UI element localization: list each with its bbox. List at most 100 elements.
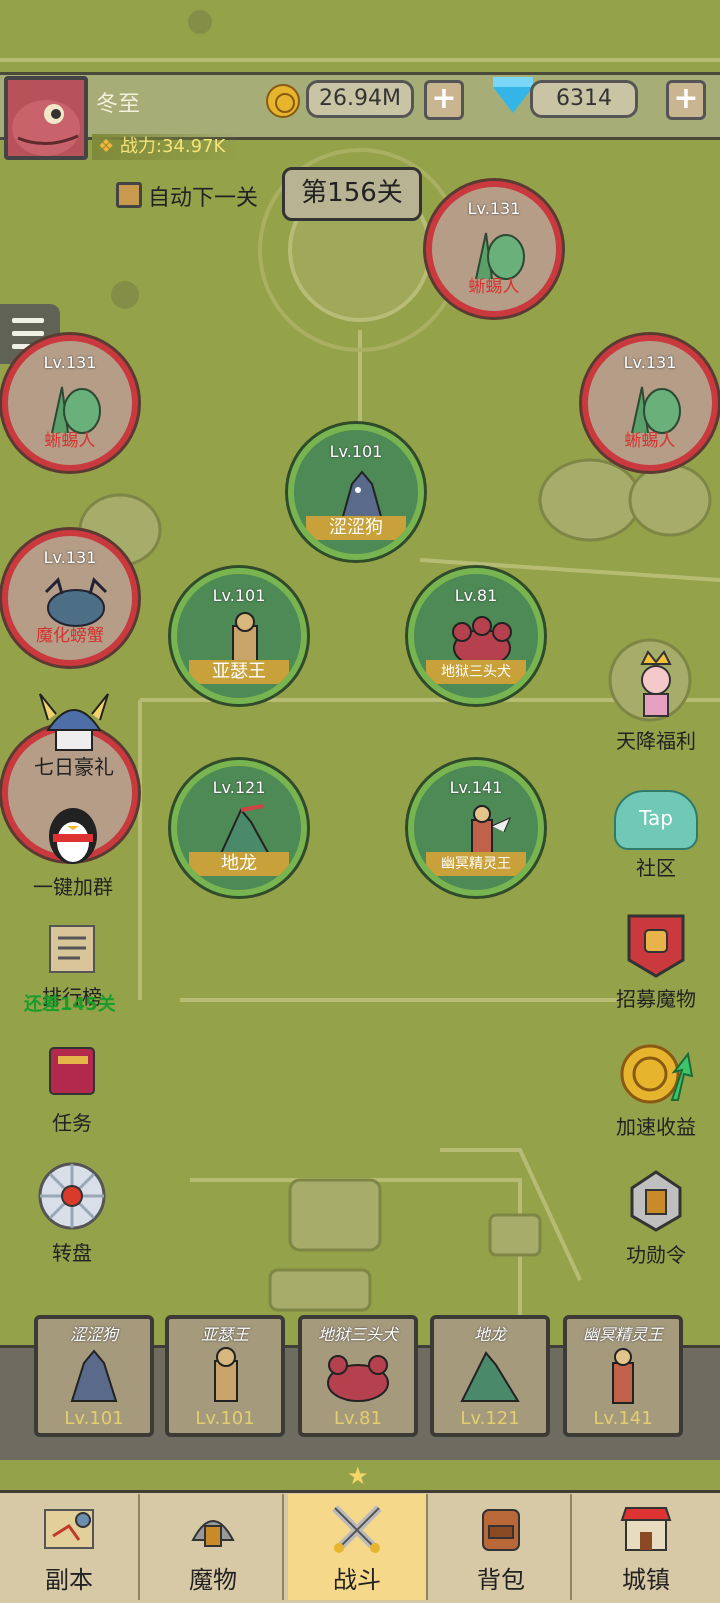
stage-indicator: 第156关 [282,167,422,221]
ally-name: 幽冥精灵王 [426,852,526,876]
werewolf-icon [70,1349,118,1402]
tab-label: 副本 [45,1566,93,1594]
helmet-badge-icon [630,1170,682,1232]
wheel-label: 转盘 [52,1241,92,1265]
community-button[interactable]: Tap 社区 [606,790,706,881]
tab-town[interactable]: 城镇 [576,1494,716,1600]
gold-coin-icon [266,84,300,118]
roster-name: 亚瑟王 [200,1325,249,1344]
gold-speedup-icon [620,1044,694,1104]
enemy-level: Lv.131 [43,548,97,567]
ally-unit[interactable]: Lv.101 亚瑟王 [171,568,307,704]
roster-level: Lv.141 [593,1408,653,1429]
wheel-button[interactable]: 转盘 [22,1160,122,1266]
viking-helmet-icon [39,693,109,751]
task-book-icon [49,1047,95,1095]
enemy-unit[interactable]: Lv.131 蜥蜴人 [2,335,138,471]
roster-level: Lv.101 [64,1408,124,1429]
add-gems-button[interactable]: + [666,80,706,120]
ally-level: Lv.101 [329,442,383,461]
knight-icon [214,1347,238,1402]
shop-icon [620,1507,672,1551]
roster-card[interactable]: 幽冥精灵王 Lv.141 [563,1315,683,1437]
enemy-unit[interactable]: Lv.131 魔化螃蟹 [2,530,138,666]
join-group-label: 一键加群 [33,875,113,899]
earth-dragon-icon [460,1351,520,1402]
crossed-swords-icon [332,1505,382,1553]
add-gold-button[interactable]: + [424,80,464,120]
roster-card[interactable]: 涩涩狗 Lv.101 [34,1315,154,1437]
enemy-name: 蜥蜴人 [468,277,520,297]
recruit-button[interactable]: 招募魔物 [594,912,718,1012]
join-group-button[interactable]: 一键加群 [18,800,128,900]
ally-name: 地狱三头犬 [426,660,526,684]
roster-card[interactable]: 地狱三头犬 Lv.81 [298,1315,418,1437]
roster-level: Lv.81 [334,1408,382,1429]
combat-power: ❖ 战力:34.97K [92,134,242,160]
tab-label: 背包 [477,1566,525,1594]
player-name: 冬至 [96,92,141,117]
roster-level: Lv.121 [460,1408,520,1429]
player-avatar[interactable] [4,76,88,160]
seven-day-label: 七日豪礼 [34,755,114,779]
ally-level: Lv.101 [212,586,266,605]
elf-king-icon [612,1348,634,1404]
gold-amount: 26.94M [306,80,414,118]
monster-helmet-icon [191,1520,235,1547]
enemy-unit[interactable]: Lv.131 蜥蜴人 [582,335,718,471]
ally-name: 亚瑟王 [189,660,289,684]
enemy-unit[interactable]: Lv.131 蜥蜴人 [426,181,562,317]
tab-battle[interactable]: 战斗 [288,1494,428,1600]
combat-power-value: 战力:34.97K [119,136,226,157]
roster-card[interactable]: 地龙 Lv.121 [430,1315,550,1437]
penguin-icon [49,808,97,864]
ally-name: 涩涩狗 [306,516,406,540]
tab-monsters[interactable]: 魔物 [144,1494,284,1600]
gem-amount: 6314 [530,80,638,118]
recruit-label: 招募魔物 [616,987,696,1011]
enemy-level: Lv.131 [467,199,521,218]
speed-earnings-label: 加速收益 [616,1115,696,1139]
merit-pass-label: 功勋令 [626,1243,686,1267]
tasks-button[interactable]: 任务 [22,1040,122,1136]
tab-dungeon[interactable]: 副本 [0,1494,140,1600]
roster-level: Lv.101 [195,1408,255,1429]
roster-name: 涩涩狗 [69,1325,118,1344]
avatar-portrait-icon [12,100,80,156]
auto-next-checkbox[interactable] [116,182,142,208]
seven-day-gift-button[interactable]: 七日豪礼 [14,690,134,780]
speed-earnings-button[interactable]: 加速收益 [596,1040,716,1140]
enemy-level: Lv.131 [43,353,97,372]
ally-unit[interactable]: Lv.101 涩涩狗 [288,424,424,560]
ranking-gap-text: 还差145关 [24,994,116,1015]
welfare-label: 天降福利 [616,729,696,753]
scroll-ranking-icon [49,925,95,973]
ally-level: Lv.141 [449,778,503,797]
power-icon: ❖ [98,136,115,157]
star-icon: ★ [347,1462,369,1490]
ally-unit[interactable]: Lv.141 幽冥精灵王 [408,760,544,896]
menu-icon-line [12,331,44,336]
roster-card[interactable]: 亚瑟王 Lv.101 [165,1315,285,1437]
tasks-label: 任务 [52,1111,92,1135]
merit-pass-button[interactable]: 功勋令 [596,1168,716,1268]
tab-label: 城镇 [622,1566,670,1594]
enemy-name: 蜥蜴人 [624,431,676,451]
recruit-banner-icon [627,914,685,978]
diamond-icon [493,77,533,113]
roster-name: 幽冥精灵王 [582,1325,663,1344]
ally-name: 地龙 [189,852,289,876]
enemy-level: Lv.131 [623,353,677,372]
tab-backpack[interactable]: 背包 [432,1494,572,1600]
enemy-name: 蜥蜴人 [44,431,96,451]
princess-icon [640,650,672,717]
welfare-button[interactable]: 天降福利 [596,650,716,754]
menu-icon-line [12,318,44,323]
ally-unit[interactable]: Lv.81 地狱三头犬 [408,568,544,704]
backpack-icon [482,1509,520,1551]
ally-unit[interactable]: Lv.121 地龙 [171,760,307,896]
ally-level: Lv.121 [212,778,266,797]
auto-next-label: 自动下一关 [148,186,259,211]
roster-name: 地狱三头犬 [317,1325,398,1344]
roulette-wheel-icon [38,1162,106,1230]
